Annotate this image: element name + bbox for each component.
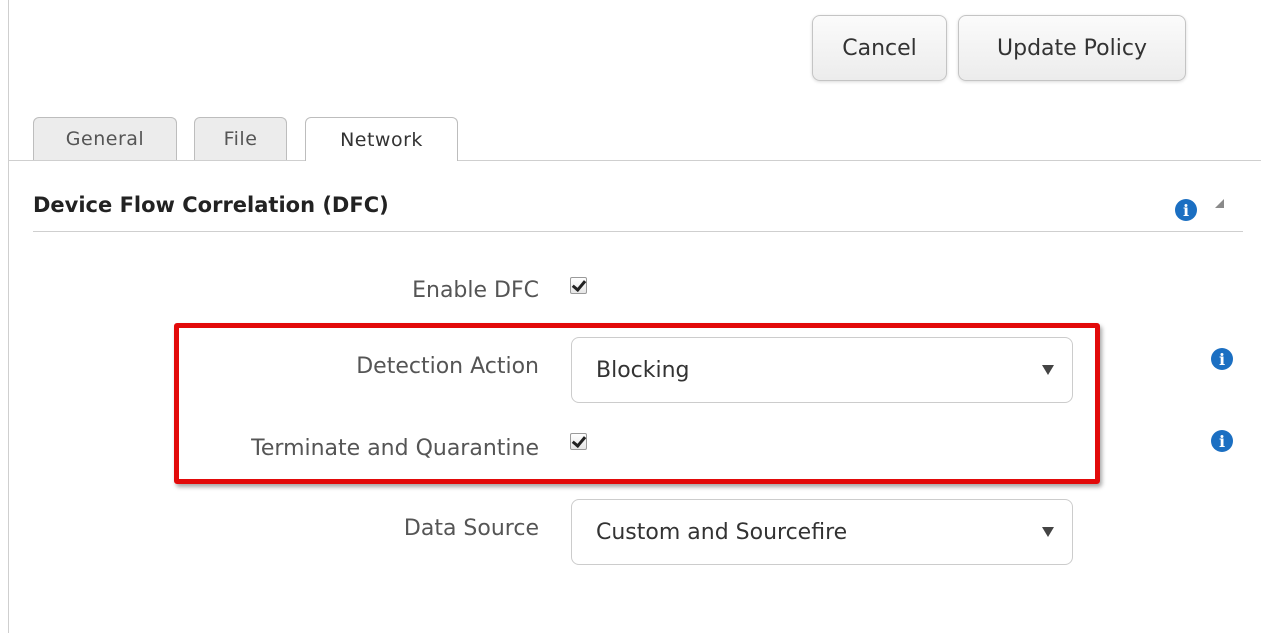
- detection-action-info-icon[interactable]: i: [1211, 348, 1233, 370]
- collapse-caret-icon[interactable]: [1215, 199, 1224, 208]
- detection-action-value: Blocking: [596, 357, 690, 383]
- section-divider: [33, 231, 1243, 232]
- terminate-quarantine-label: Terminate and Quarantine: [251, 436, 539, 461]
- data-source-value: Custom and Sourcefire: [596, 519, 848, 545]
- terminate-quarantine-info-icon[interactable]: i: [1211, 430, 1233, 452]
- detection-action-label: Detection Action: [356, 354, 539, 379]
- update-policy-button[interactable]: Update Policy: [958, 15, 1186, 81]
- enable-dfc-label: Enable DFC: [412, 278, 539, 303]
- tab-file[interactable]: File: [194, 117, 287, 160]
- tab-general[interactable]: General: [33, 117, 177, 160]
- dropdown-arrow-icon: [1042, 365, 1054, 375]
- tab-network[interactable]: Network: [305, 117, 458, 161]
- data-source-label: Data Source: [403, 516, 539, 541]
- enable-dfc-checkbox[interactable]: [570, 277, 587, 294]
- cancel-button[interactable]: Cancel: [812, 15, 947, 81]
- terminate-quarantine-checkbox[interactable]: [570, 433, 587, 450]
- info-icon[interactable]: i: [1175, 199, 1197, 221]
- data-source-select[interactable]: Custom and Sourcefire: [571, 499, 1073, 565]
- dropdown-arrow-icon: [1042, 527, 1054, 537]
- tabs-divider: [8, 160, 1261, 161]
- left-border: [8, 0, 9, 633]
- detection-action-select[interactable]: Blocking: [571, 337, 1073, 403]
- section-title: Device Flow Correlation (DFC): [33, 193, 389, 217]
